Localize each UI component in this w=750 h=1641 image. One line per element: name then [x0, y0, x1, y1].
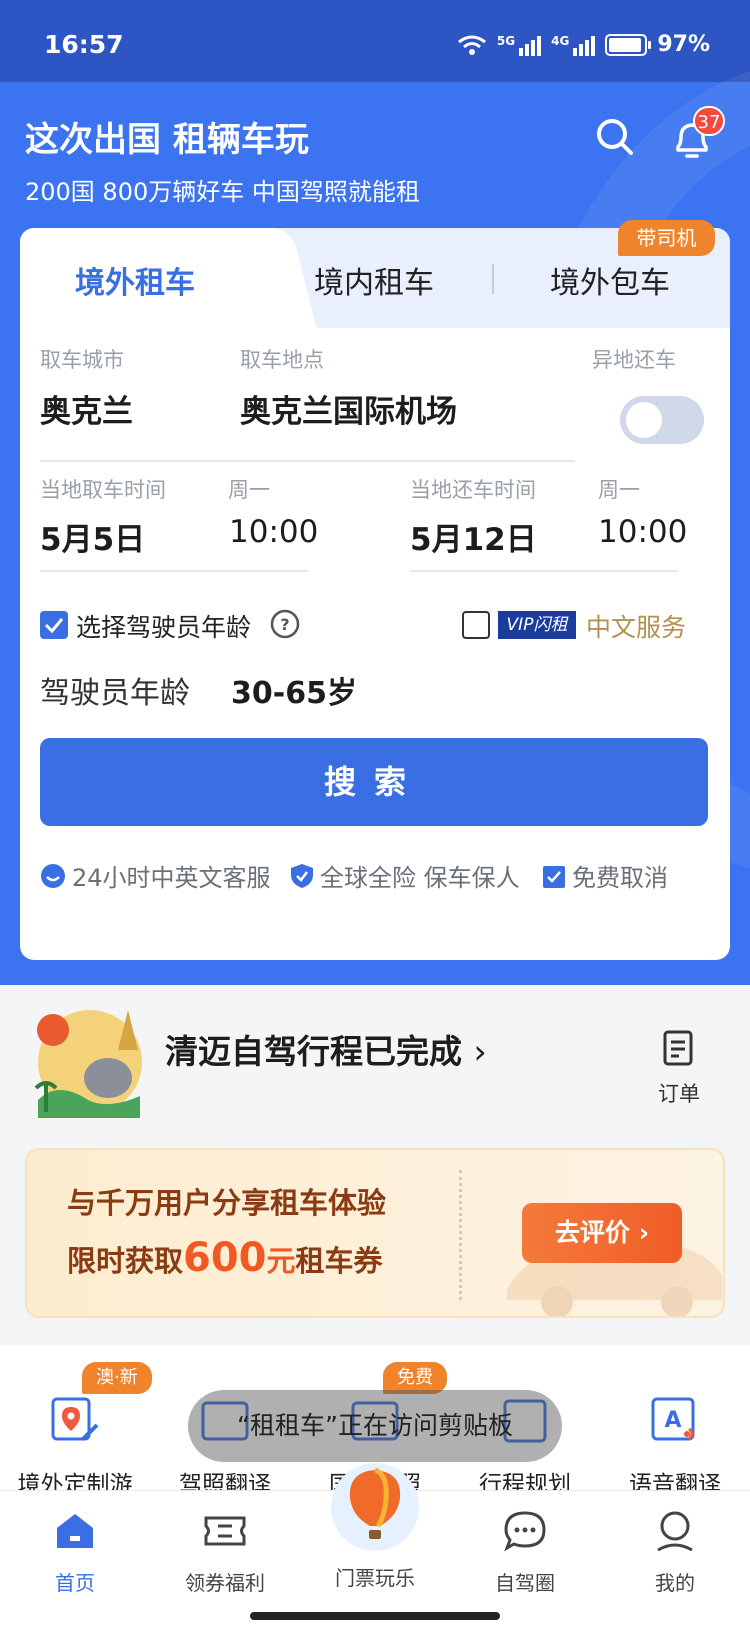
svg-text:?: ?	[280, 615, 289, 634]
nav-drive-circle-label: 自驾圈	[495, 1571, 555, 1595]
map-pin-icon	[51, 1397, 99, 1441]
chat-bubble-icon	[504, 1511, 546, 1552]
return-time-label: 当地还车时间	[410, 478, 536, 502]
feature-support-text: 24小时中英文客服	[72, 864, 271, 892]
different-return-label: 异地还车	[592, 348, 676, 372]
driver-age-label: 驾驶员年龄	[40, 676, 190, 711]
chevron-right-icon: ›	[473, 1032, 487, 1071]
shortcut-voice-translation[interactable]: A 语音翻译	[600, 1395, 750, 1499]
wifi-icon	[458, 35, 486, 55]
choose-age-label[interactable]: 选择驾驶员年龄	[76, 608, 251, 644]
pickup-city-value[interactable]: 奥克兰	[40, 386, 133, 431]
divider	[40, 460, 575, 462]
user-icon	[657, 1511, 693, 1552]
nav-coupons[interactable]: 领券福利	[150, 1508, 300, 1596]
nav-home[interactable]: 首页	[0, 1508, 150, 1596]
battery-percent: 97%	[657, 32, 710, 57]
hero-subtitle: 200国 800万辆好车 中国驾照就能租	[25, 178, 420, 206]
home-indicator	[250, 1612, 500, 1620]
pickup-place-value[interactable]: 奥克兰国际机场	[240, 386, 457, 431]
pickup-date[interactable]: 5月5日	[40, 514, 145, 559]
promo-line-2: 限时获取600元租车券	[67, 1235, 383, 1281]
promo-amount: 600	[183, 1235, 267, 1281]
search-button[interactable]: 搜索	[40, 738, 708, 826]
search-icon[interactable]	[595, 117, 635, 157]
signal-5g-icon: 5G	[496, 33, 542, 56]
feature-cancel: 免费取消	[542, 858, 668, 893]
nav-drive-circle[interactable]: 自驾圈	[450, 1508, 600, 1596]
return-weekday: 周一	[598, 478, 640, 502]
promo-prefix: 限时获取	[67, 1244, 184, 1278]
trip-title-text: 清迈自驾行程已完成	[165, 1032, 462, 1071]
nav-tickets-label: 门票玩乐	[335, 1566, 415, 1590]
pickup-time[interactable]: 10:00	[229, 514, 318, 550]
promo-unit: 元	[266, 1244, 296, 1278]
vip-checkbox[interactable]	[462, 611, 490, 639]
hero-title: 这次出国 租辆车玩	[25, 120, 309, 160]
tab-overseas-charter[interactable]: 境外包车	[550, 258, 670, 302]
feature-cancel-text: 免费取消	[572, 864, 668, 892]
order-icon[interactable]	[662, 1030, 694, 1066]
nav-coupons-label: 领券福利	[185, 1571, 265, 1595]
divider	[40, 570, 308, 572]
review-promo-banner[interactable]: 与千万用户分享租车体验 限时获取600元租车券 去评价 ›	[25, 1148, 725, 1318]
chiang-mai-illustration-icon	[34, 1010, 142, 1118]
nav-tickets[interactable]: 门票玩乐	[300, 1463, 450, 1591]
pickup-time-label: 当地取车时间	[40, 478, 166, 502]
status-bar: 16:57 5G 4G 97%	[0, 30, 750, 70]
tab-overseas-rental[interactable]: 境外租车	[75, 258, 195, 302]
signal-4g-icon: 4G	[551, 33, 596, 56]
network-4g-label: 4G	[551, 33, 570, 48]
feature-support: 24小时中英文客服	[40, 858, 271, 893]
pickup-city-label: 取车城市	[40, 348, 124, 372]
nav-profile[interactable]: 我的	[600, 1508, 750, 1596]
age-checkbox[interactable]	[40, 611, 68, 639]
status-time: 16:57	[44, 30, 124, 59]
home-icon	[57, 1514, 93, 1548]
feature-insurance: 全球全险 保车保人	[290, 858, 520, 893]
rental-search-card: 境外租车 境内租车 境外包车 取车城市 奥克兰 取车地点 奥克兰国际机场 异地还…	[20, 228, 730, 960]
return-time[interactable]: 10:00	[598, 514, 687, 550]
hot-air-balloon-icon	[331, 1463, 419, 1551]
review-button[interactable]: 去评价 ›	[522, 1203, 682, 1263]
ticket-icon	[204, 1516, 246, 1546]
promo-divider	[459, 1170, 462, 1300]
driver-tag: 带司机	[618, 220, 715, 256]
feature-insurance-text: 全球全险 保车保人	[320, 864, 520, 892]
svg-text:A: A	[664, 1408, 681, 1433]
shortcut-tag-new: 澳·新	[82, 1362, 152, 1394]
trip-title[interactable]: 清迈自驾行程已完成 ›	[165, 1025, 487, 1073]
shortcut-custom-tour[interactable]: 境外定制游	[0, 1395, 150, 1499]
nav-home-label: 首页	[55, 1571, 95, 1595]
tab-domestic-rental[interactable]: 境内租车	[314, 258, 434, 302]
promo-line-1: 与千万用户分享租车体验	[67, 1186, 387, 1220]
return-date[interactable]: 5月12日	[410, 514, 537, 559]
order-label[interactable]: 订单	[658, 1078, 700, 1108]
chinese-service-label: 中文服务	[586, 613, 687, 642]
check-calendar-icon	[543, 865, 565, 888]
tab-divider	[492, 264, 494, 294]
notification-badge: 37	[693, 106, 725, 136]
pickup-place-label: 取车地点	[240, 348, 324, 372]
different-return-toggle[interactable]	[620, 396, 704, 444]
pickup-weekday: 周一	[228, 478, 270, 502]
voice-translate-icon: A	[651, 1397, 695, 1441]
help-icon[interactable]: ?	[270, 609, 300, 639]
clipboard-toast: “租租车”正在访问剪贴板	[188, 1390, 562, 1462]
battery-icon	[605, 33, 652, 56]
promo-suffix: 租车券	[295, 1244, 383, 1278]
driver-age-value[interactable]: 30-65岁	[231, 668, 357, 712]
headset-icon	[41, 863, 65, 888]
nav-profile-label: 我的	[655, 1571, 695, 1595]
divider	[410, 570, 678, 572]
toggle-knob	[626, 402, 662, 438]
shield-icon	[291, 863, 313, 888]
network-5g-label: 5G	[496, 33, 516, 48]
status-icons: 5G 4G 97%	[457, 32, 710, 57]
vip-badge: VIP闪租	[498, 611, 576, 639]
